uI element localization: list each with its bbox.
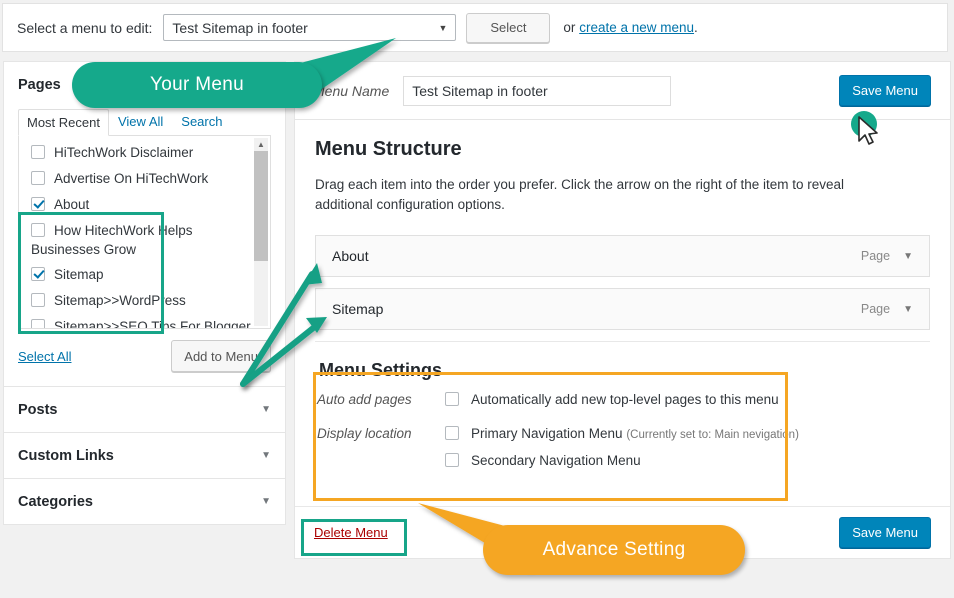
or-create-text: or create a new menu. bbox=[563, 20, 697, 35]
highlight-delete-menu bbox=[301, 519, 407, 556]
categories-label: Categories bbox=[18, 493, 93, 510]
menu-item-name: Sitemap bbox=[332, 301, 384, 317]
callout-your-menu-text: Your Menu bbox=[150, 74, 244, 95]
tab-most-recent[interactable]: Most Recent bbox=[18, 109, 109, 136]
save-menu-button-bottom[interactable]: Save Menu bbox=[839, 517, 931, 548]
page-checkbox[interactable] bbox=[31, 197, 45, 211]
page-label: About bbox=[54, 197, 90, 212]
menu-item-name: About bbox=[332, 248, 369, 264]
chevron-down-icon: ▼ bbox=[261, 450, 271, 461]
chevron-down-icon: ▼ bbox=[261, 404, 271, 415]
chevron-down-icon: ▼ bbox=[261, 496, 271, 507]
callout-advance-setting-text: Advance Setting bbox=[542, 539, 686, 560]
tab-search[interactable]: Search bbox=[172, 108, 231, 135]
menu-select-value: Test Sitemap in footer bbox=[172, 19, 308, 36]
custom-links-label: Custom Links bbox=[18, 447, 114, 464]
callout-advance-setting: Advance Setting bbox=[483, 525, 745, 575]
click-highlight-dot bbox=[851, 111, 877, 137]
chevron-down-icon: ▼ bbox=[438, 22, 448, 33]
menu-item-type: Page bbox=[860, 302, 891, 316]
sidebar-item-categories[interactable]: Categories ▼ bbox=[3, 479, 286, 525]
menu-select-dropdown[interactable]: Test Sitemap in footer ▼ bbox=[163, 14, 457, 41]
divider bbox=[315, 341, 930, 342]
highlight-menu-settings bbox=[313, 372, 788, 501]
highlight-selected-pages bbox=[18, 212, 164, 334]
scrollbar-thumb[interactable] bbox=[254, 151, 268, 261]
or-label: or bbox=[563, 20, 576, 35]
pages-tabs: Most Recent View All Search bbox=[18, 107, 271, 136]
posts-label: Posts bbox=[18, 401, 58, 418]
sidebar-item-posts[interactable]: Posts ▼ bbox=[3, 387, 286, 433]
menu-structure-description: Drag each item into the order you prefer… bbox=[315, 177, 845, 212]
pages-panel-title: Pages bbox=[18, 76, 61, 93]
menu-select-bar: Select a menu to edit: Test Sitemap in f… bbox=[2, 3, 948, 52]
menu-item-type: Page bbox=[860, 249, 891, 263]
select-menu-label: Select a menu to edit: bbox=[17, 19, 153, 36]
add-to-menu-button[interactable]: Add to Menu bbox=[171, 340, 271, 372]
period: . bbox=[694, 20, 698, 35]
sidebar-item-custom-links[interactable]: Custom Links ▼ bbox=[3, 433, 286, 479]
page-checkbox[interactable] bbox=[31, 171, 45, 185]
page-label: Advertise On HiTechWork bbox=[54, 171, 209, 186]
callout-your-menu: Your Menu bbox=[72, 62, 322, 108]
create-new-menu-link[interactable]: create a new menu bbox=[579, 20, 694, 35]
list-item[interactable]: About bbox=[31, 196, 270, 213]
page-label: HiTechWork Disclaimer bbox=[54, 145, 194, 160]
menu-item-row[interactable]: Sitemap Page ▼ bbox=[315, 288, 930, 330]
menu-structure-title: Menu Structure bbox=[315, 138, 462, 160]
menu-name-label: Menu Name bbox=[313, 82, 390, 99]
select-button[interactable]: Select bbox=[466, 12, 551, 43]
select-all-link[interactable]: Select All bbox=[18, 349, 71, 364]
list-item[interactable]: Advertise On HiTechWork bbox=[31, 170, 270, 187]
menu-name-row: Menu Name Save Menu bbox=[295, 62, 950, 120]
list-item[interactable]: HiTechWork Disclaimer bbox=[31, 144, 270, 161]
chevron-down-icon[interactable]: ▼ bbox=[903, 251, 913, 262]
scroll-up-icon[interactable]: ▲ bbox=[254, 138, 268, 151]
page-checkbox[interactable] bbox=[31, 145, 45, 159]
tab-view-all[interactable]: View All bbox=[109, 108, 172, 135]
save-menu-button-top[interactable]: Save Menu bbox=[839, 75, 931, 106]
wordpress-menu-editor: Select a menu to edit: Test Sitemap in f… bbox=[0, 0, 954, 598]
menu-item-row[interactable]: About Page ▼ bbox=[315, 235, 930, 277]
menu-name-input[interactable] bbox=[403, 75, 672, 106]
chevron-down-icon[interactable]: ▼ bbox=[903, 304, 913, 315]
